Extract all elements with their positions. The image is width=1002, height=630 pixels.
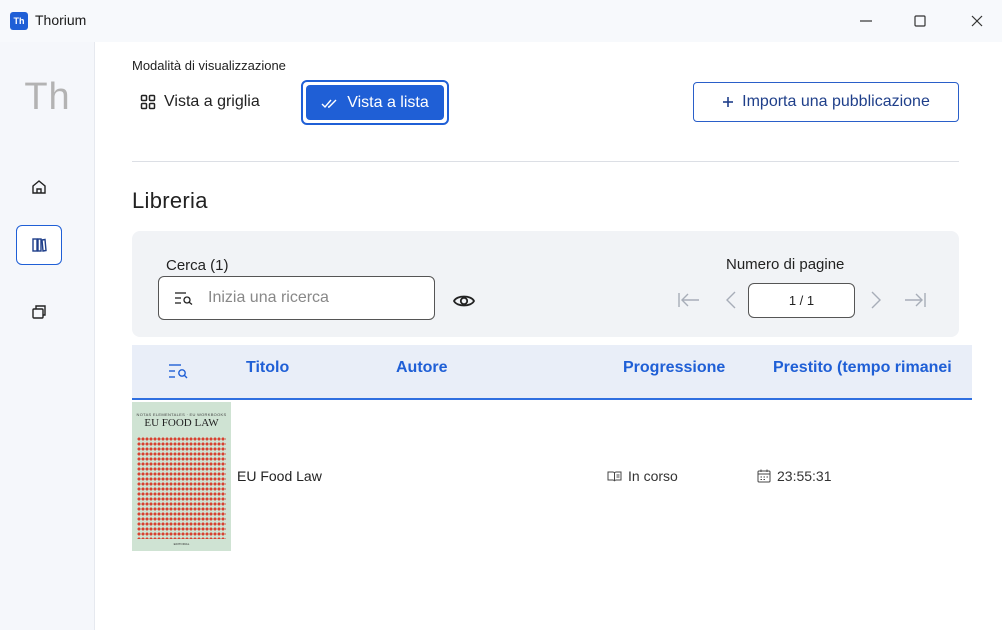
- column-filter-button[interactable]: [168, 363, 190, 384]
- import-publication-label: Importa una pubblicazione: [742, 93, 930, 110]
- toggle-visibility-button[interactable]: [450, 290, 478, 312]
- divider: [132, 161, 959, 162]
- grid-view-button[interactable]: Vista a griglia: [132, 84, 268, 120]
- sidebar: Th: [0, 42, 95, 630]
- view-mode-label: Modalità di visualizzazione: [132, 58, 286, 73]
- book-cover[interactable]: NOTAS ELEMENTALES · EU WORKBOOKS EU FOOD…: [132, 402, 231, 551]
- chevron-left-icon: [726, 291, 736, 309]
- last-page-icon: [905, 293, 926, 307]
- book-cover-title: EU FOOD LAW: [144, 417, 219, 429]
- previous-page-button[interactable]: [718, 287, 744, 313]
- double-check-icon: [321, 99, 337, 108]
- close-icon: [971, 15, 983, 27]
- column-header-author[interactable]: Autore: [396, 359, 448, 377]
- calendar-icon: [757, 469, 771, 483]
- maximize-icon: [914, 15, 926, 27]
- list-view-label: Vista a lista: [347, 93, 429, 111]
- eye-icon: [452, 295, 476, 307]
- plus-icon: [723, 97, 734, 107]
- search-input[interactable]: [208, 289, 408, 307]
- loan-time-remaining: 23:55:31: [777, 468, 832, 484]
- page-select[interactable]: 1 / 1: [748, 283, 855, 318]
- column-header-loan[interactable]: Prestito (tempo rimanei: [773, 359, 952, 377]
- title-bar: Th Thorium: [0, 0, 1002, 42]
- table-row[interactable]: NOTAS ELEMENTALES · EU WORKBOOKS EU FOOD…: [132, 402, 972, 552]
- sidebar-item-library[interactable]: [16, 225, 62, 265]
- column-header-progress[interactable]: Progressione: [623, 359, 725, 377]
- book-open-icon: [607, 471, 622, 482]
- list-view-button[interactable]: Vista a lista: [301, 80, 449, 125]
- minimize-button[interactable]: [843, 0, 889, 42]
- progress-status: In corso: [628, 468, 678, 484]
- last-page-button[interactable]: [902, 287, 928, 313]
- loan-cell: 23:55:31: [757, 468, 832, 484]
- catalogs-icon: [32, 305, 46, 319]
- library-icon: [32, 238, 47, 252]
- grid-icon: [140, 94, 156, 110]
- window-title: Thorium: [35, 12, 87, 28]
- minimize-icon: [860, 20, 872, 22]
- book-title[interactable]: EU Food Law: [237, 468, 322, 484]
- app-icon: Th: [10, 12, 28, 30]
- import-publication-button[interactable]: Importa una pubblicazione: [693, 82, 959, 122]
- maximize-button[interactable]: [897, 0, 943, 42]
- sidebar-item-catalogs[interactable]: [16, 292, 62, 332]
- book-cover-pattern: [137, 437, 226, 539]
- pagination-label: Numero di pagine: [726, 256, 845, 273]
- progress-cell: In corso: [607, 468, 678, 484]
- column-filter-icon: [169, 364, 188, 379]
- thorium-logo: Th: [24, 76, 71, 118]
- grid-view-label: Vista a griglia: [164, 93, 260, 110]
- search-box[interactable]: [158, 276, 435, 320]
- sidebar-item-home[interactable]: [16, 167, 62, 207]
- search-filter-icon: [175, 292, 193, 305]
- chevron-right-icon: [871, 291, 881, 309]
- first-page-icon: [678, 293, 699, 307]
- column-header-title[interactable]: Titolo: [246, 359, 289, 377]
- next-page-button[interactable]: [863, 287, 889, 313]
- book-cover-publisher: EDITORIAL: [173, 542, 190, 546]
- search-label: Cerca (1): [166, 257, 229, 274]
- page-title: Libreria: [132, 188, 208, 213]
- home-icon: [32, 180, 46, 194]
- close-button[interactable]: [954, 0, 1000, 42]
- first-page-button[interactable]: [676, 287, 702, 313]
- table-header: Titolo Autore Progressione Prestito (tem…: [132, 345, 972, 400]
